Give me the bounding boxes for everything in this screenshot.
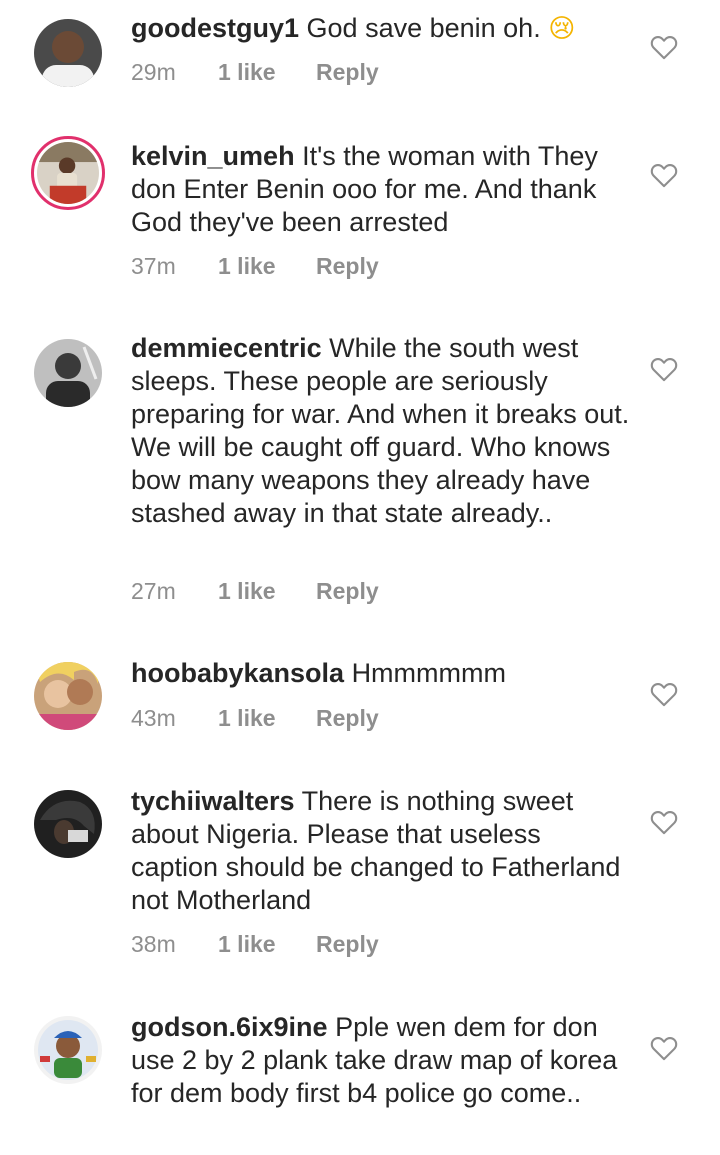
avatar-image — [34, 1016, 102, 1084]
comment-time: 29m — [131, 59, 176, 85]
avatar[interactable] — [34, 790, 102, 858]
comment-text: kelvin_umeh It's the woman with They don… — [131, 140, 631, 239]
avatar-image — [34, 662, 102, 730]
comment-time: 27m — [131, 578, 176, 604]
avatar[interactable] — [34, 1016, 102, 1084]
avatar-image — [34, 19, 102, 87]
comment-text: godson.6ix9ine Pple wen dem for don use … — [131, 1011, 631, 1110]
avatar-image — [34, 790, 102, 858]
comment-likes[interactable]: 1 like — [218, 931, 316, 958]
heart-outline-icon[interactable] — [650, 34, 678, 60]
comment-username[interactable]: hoobabykansola — [131, 658, 344, 688]
heart-outline-icon[interactable] — [650, 1035, 678, 1061]
comment-username[interactable]: kelvin_umeh — [131, 141, 295, 171]
avatar[interactable] — [31, 136, 105, 210]
comment-meta: 29m 1 like Reply — [131, 59, 379, 86]
avatar[interactable] — [34, 339, 102, 407]
comment-username[interactable]: godson.6ix9ine — [131, 1012, 328, 1042]
heart-outline-icon[interactable] — [650, 162, 678, 188]
reply-button[interactable]: Reply — [316, 59, 379, 86]
reply-button[interactable]: Reply — [316, 578, 379, 605]
avatar-image — [34, 339, 102, 407]
comment-body: Hmmmmmm — [351, 658, 507, 688]
heart-outline-icon[interactable] — [650, 809, 678, 835]
crying-face-emoji: 😢 — [548, 14, 576, 44]
heart-outline-icon[interactable] — [650, 681, 678, 707]
comment-body: God save benin oh. — [306, 13, 541, 43]
comment-time: 38m — [131, 931, 176, 957]
comment-username[interactable]: tychiiwalters — [131, 786, 295, 816]
comment-username[interactable]: demmiecentric — [131, 333, 322, 363]
comment-meta: 43m 1 like Reply — [131, 705, 379, 732]
reply-button[interactable]: Reply — [316, 253, 379, 280]
comment-likes[interactable]: 1 like — [218, 59, 316, 86]
comment-time: 43m — [131, 705, 176, 731]
comment-meta: 27m 1 like Reply — [131, 578, 379, 605]
avatar[interactable] — [34, 662, 102, 730]
comment-time: 37m — [131, 253, 176, 279]
comment-text: goodestguy1 God save benin oh. 😢 — [131, 12, 631, 46]
avatar-image — [37, 142, 99, 204]
comment-username[interactable]: goodestguy1 — [131, 13, 299, 43]
comment-meta: 37m 1 like Reply — [131, 253, 379, 280]
comment-likes[interactable]: 1 like — [218, 705, 316, 732]
comment-text: tychiiwalters There is nothing sweet abo… — [131, 785, 631, 917]
comment-text: demmiecentric While the south west sleep… — [131, 332, 631, 530]
heart-outline-icon[interactable] — [650, 356, 678, 382]
comment-likes[interactable]: 1 like — [218, 578, 316, 605]
comment-text: hoobabykansola Hmmmmmm — [131, 657, 631, 690]
avatar[interactable] — [34, 19, 102, 87]
comment-likes[interactable]: 1 like — [218, 253, 316, 280]
comment-meta: 38m 1 like Reply — [131, 931, 379, 958]
reply-button[interactable]: Reply — [316, 705, 379, 732]
reply-button[interactable]: Reply — [316, 931, 379, 958]
